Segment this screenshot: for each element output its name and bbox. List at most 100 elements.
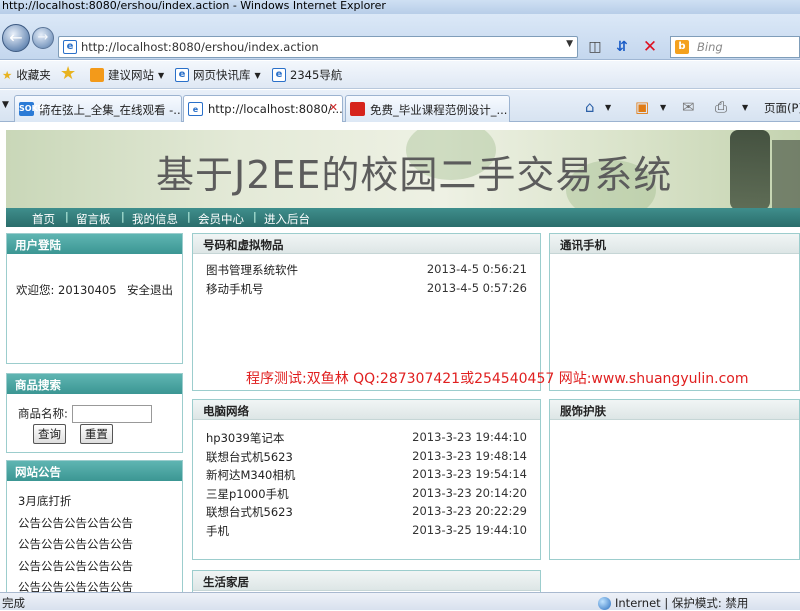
mail-icon[interactable]: ✉ xyxy=(682,98,695,116)
print-icon[interactable]: ⎙ xyxy=(715,98,727,116)
nav-separator: | xyxy=(65,210,69,223)
ie-icon: e xyxy=(188,102,203,116)
site-nav: 首页 | 留言板 | 我的信息 | 会员中心 | 进入后台 xyxy=(6,208,800,227)
search-buttons: 查询 重置 xyxy=(33,424,113,444)
chevron-down-icon: ▼ xyxy=(158,70,165,80)
search-placeholder: Bing xyxy=(697,40,723,54)
category-title: 电脑网络 xyxy=(193,400,540,420)
tab-localhost[interactable]: e http://localhost:8080/... ✕ xyxy=(183,95,343,122)
home-icon[interactable]: ⌂ xyxy=(585,98,595,116)
favorites-bar: ★ 收藏夹 ★ 建议网站 ▼ e 网页快讯库 ▼ e 2345导航 xyxy=(0,61,800,89)
chevron-down-icon[interactable]: ▼ xyxy=(605,103,611,112)
list-item[interactable]: 移动手机号 2013-4-5 0:57:26 xyxy=(206,281,527,300)
notice-item[interactable]: 公告公告公告公告公告 xyxy=(18,556,133,578)
list-item[interactable]: 新柯达M340相机 2013-3-23 19:54:14 xyxy=(206,467,527,486)
item-date: 2013-3-23 19:44:10 xyxy=(412,430,527,444)
notice-item[interactable]: 3月底打折 xyxy=(18,491,133,513)
nav-admin[interactable]: 进入后台 xyxy=(264,211,310,227)
site-title: 基于J2EE的校园二手交易系统 xyxy=(156,153,673,197)
forward-button[interactable]: → xyxy=(32,27,54,49)
favorites-button[interactable]: ★ 收藏夹 xyxy=(2,67,51,83)
close-icon[interactable]: ✕ xyxy=(329,101,338,114)
notice-item[interactable]: 公告公告公告公告公告 xyxy=(18,577,133,593)
notice-item[interactable]: 公告公告公告公告公告 xyxy=(18,513,133,535)
notice-list: 3月底打折 公告公告公告公告公告 公告公告公告公告公告 公告公告公告公告公告 公… xyxy=(18,491,133,593)
refresh-icon[interactable]: ⇵ xyxy=(612,37,632,57)
zone-label: Internet | 保护模式: 禁用 xyxy=(615,596,749,610)
favorite-item-label: 建议网站 xyxy=(108,68,154,82)
nav-my-info[interactable]: 我的信息 xyxy=(132,211,178,227)
tab-label: http://localhost:8080/... xyxy=(208,102,343,116)
login-welcome: 欢迎您: 20130405 xyxy=(16,282,117,298)
window-title: http://localhost:8080/ershou/index.actio… xyxy=(0,0,800,14)
list-item[interactable]: 联想台式机5623 2013-3-23 19:48:14 xyxy=(206,449,527,468)
address-toolbar: ← → e http://localhost:8080/ershou/index… xyxy=(0,14,800,60)
security-zone[interactable]: Internet | 保护模式: 禁用 xyxy=(598,595,748,611)
nav-member-center[interactable]: 会员中心 xyxy=(198,211,244,227)
site-banner: 基于J2EE的校园二手交易系统 xyxy=(6,130,800,210)
item-name[interactable]: hp3039笔记本 xyxy=(206,430,284,446)
tab-label: 箭在弦上_全集_在线观看 -... xyxy=(39,103,182,117)
tab-list-icon[interactable]: ▼ xyxy=(2,100,9,110)
item-name[interactable]: 新柯达M340相机 xyxy=(206,467,295,483)
list-item[interactable]: 三星p1000手机 2013-3-23 20:14:20 xyxy=(206,486,527,505)
arrow-left-icon: ← xyxy=(9,28,23,47)
query-button[interactable]: 查询 xyxy=(33,424,66,444)
stop-icon[interactable]: ✕ xyxy=(640,37,660,57)
chevron-down-icon[interactable]: ▼ xyxy=(566,39,573,49)
search-panel: 商品搜索 商品名称: 查询 重置 xyxy=(6,373,183,453)
reset-button[interactable]: 重置 xyxy=(79,424,113,444)
chevron-down-icon[interactable]: ▼ xyxy=(742,103,748,112)
notice-panel-title: 网站公告 xyxy=(7,461,182,481)
favorites-star-icon: ★ xyxy=(2,68,13,82)
banner-tree-image xyxy=(730,130,770,210)
site-favicon-icon xyxy=(350,102,365,116)
item-name[interactable]: 联想台式机5623 xyxy=(206,449,293,465)
nav-guestbook[interactable]: 留言板 xyxy=(76,211,111,227)
favorite-item-2345[interactable]: e 2345导航 xyxy=(272,67,342,83)
item-name[interactable]: 移动手机号 xyxy=(206,281,264,297)
add-favorite-star-icon: ★ xyxy=(60,63,77,84)
favorite-item-webslice[interactable]: e 网页快讯库 ▼ xyxy=(175,67,261,83)
notice-item[interactable]: 公告公告公告公告公告 xyxy=(18,534,133,556)
page-menu[interactable]: 页面(P) xyxy=(764,100,800,116)
compatibility-view-icon[interactable]: ◫ xyxy=(585,37,605,57)
category-title: 号码和虚拟物品 xyxy=(193,234,540,254)
list-item[interactable]: 图书管理系统软件 2013-4-5 0:56:21 xyxy=(206,262,527,281)
chevron-down-icon[interactable]: ▼ xyxy=(660,103,666,112)
logout-link[interactable]: 安全退出 xyxy=(127,282,173,298)
test-watermark: 程序测试:双鱼林 QQ:287307421或254540457 网站:www.s… xyxy=(246,371,749,387)
add-favorite-button[interactable]: ★ xyxy=(60,63,77,84)
product-name-label: 商品名称: xyxy=(18,406,68,421)
item-name[interactable]: 手机 xyxy=(206,523,229,539)
item-name[interactable]: 图书管理系统软件 xyxy=(206,262,298,278)
list-item[interactable]: 联想台式机5623 2013-3-23 20:22:29 xyxy=(206,504,527,523)
favorite-item-label: 网页快讯库 xyxy=(193,68,251,82)
back-button[interactable]: ← xyxy=(2,24,30,52)
item-name[interactable]: 三星p1000手机 xyxy=(206,486,289,502)
item-name[interactable]: 联想台式机5623 xyxy=(206,504,293,520)
tab-soku[interactable]: SOKU 箭在弦上_全集_在线观看 -... xyxy=(14,95,182,122)
category-panel-apparel: 服饰护肤 xyxy=(549,399,800,560)
ie-icon: e xyxy=(272,68,286,82)
nav-separator: | xyxy=(121,210,125,223)
nav-home[interactable]: 首页 xyxy=(32,211,55,227)
nav-separator: | xyxy=(187,210,191,223)
list-item[interactable]: hp3039笔记本 2013-3-23 19:44:10 xyxy=(206,430,527,449)
rss-feed-icon[interactable]: ▣ xyxy=(635,98,649,116)
item-date: 2013-3-23 20:14:20 xyxy=(412,485,527,500)
category-panel-computers: 电脑网络 hp3039笔记本 2013-3-23 19:44:10 联想台式机5… xyxy=(192,399,541,560)
address-bar[interactable]: e http://localhost:8080/ershou/index.act… xyxy=(58,36,578,58)
list-item[interactable]: 手机 2013-3-25 19:44:10 xyxy=(206,523,527,542)
product-name-input[interactable] xyxy=(71,405,152,423)
status-bar: 完成 Internet | 保护模式: 禁用 xyxy=(0,592,800,610)
tab-free-design[interactable]: 免费_毕业课程范例设计_... xyxy=(345,95,510,122)
banner-tree-image xyxy=(772,140,800,210)
nav-separator: | xyxy=(253,210,257,223)
search-input[interactable]: b Bing xyxy=(670,36,800,58)
favorites-label: 收藏夹 xyxy=(16,68,51,82)
chevron-down-icon: ▼ xyxy=(254,70,261,80)
address-url[interactable]: http://localhost:8080/ershou/index.actio… xyxy=(81,40,319,54)
category-title: 通讯手机 xyxy=(550,234,799,254)
favorite-item-suggested[interactable]: 建议网站 ▼ xyxy=(90,67,164,83)
